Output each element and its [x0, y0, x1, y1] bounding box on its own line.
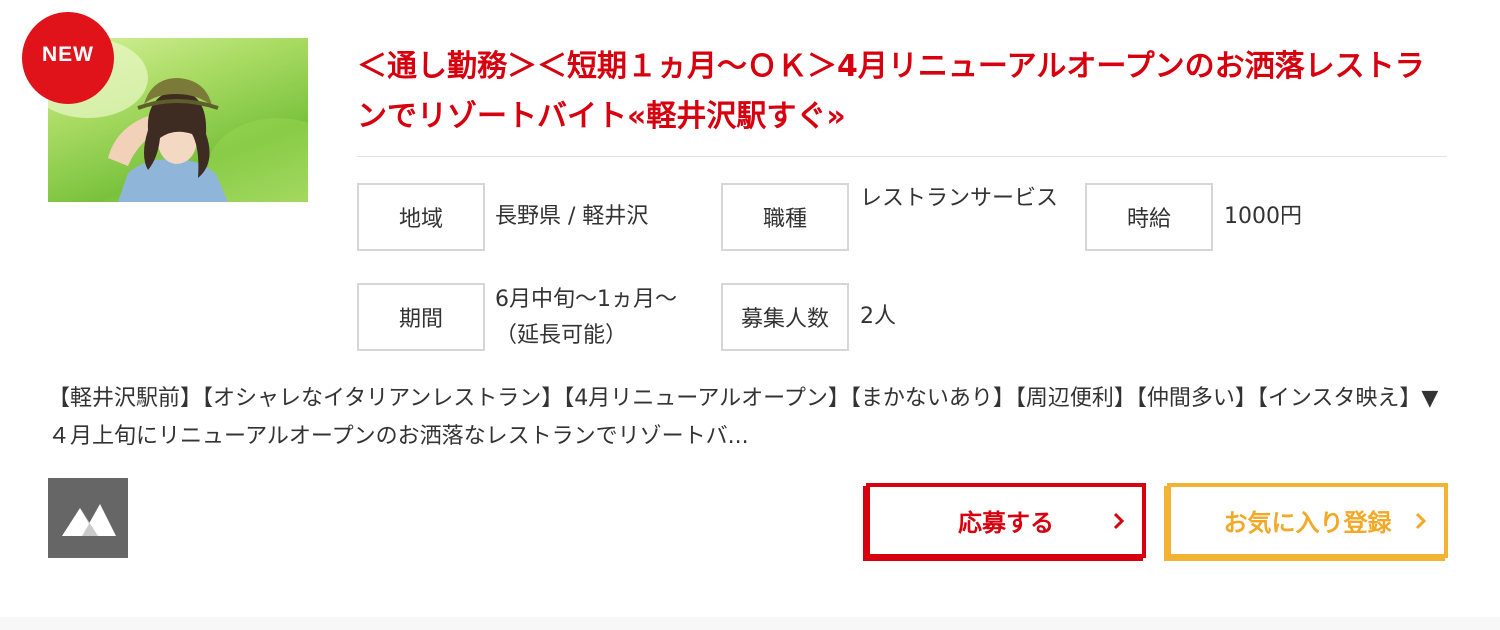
job-listing-card: NEW ＜通し勤務＞＜短期１ヵ月〜ＯＫ＞4月リニューアルオープンのお洒落レストラ… [0, 0, 1500, 617]
job-title-link[interactable]: ＜通し勤務＞＜短期１ヵ月〜ＯＫ＞4月リニューアルオープンのお洒落レストランでリゾ… [357, 42, 1447, 142]
period-label: 期間 [357, 283, 485, 351]
wage-label: 時給 [1085, 183, 1213, 251]
openings-value: 2人 [860, 304, 896, 329]
openings-label: 募集人数 [721, 283, 849, 351]
region-label: 地域 [357, 183, 485, 251]
job-type-value: レストランサービス [860, 186, 1059, 211]
new-badge: NEW [22, 12, 114, 104]
gallery-button[interactable] [48, 478, 128, 558]
job-description: 【軽井沢駅前】【オシャレなイタリアンレストラン】【4月リニューアルオープン】【ま… [48, 386, 1439, 449]
apply-button[interactable]: 応募する [866, 483, 1146, 558]
apply-button-label: 応募する [958, 509, 1054, 537]
favorite-button-label: お気に入り登録 [1223, 509, 1392, 537]
period-value: 6月中旬〜1ヵ月〜（延長可能） [495, 287, 677, 348]
favorite-button[interactable]: お気に入り登録 [1167, 483, 1448, 558]
chevron-right-icon [1112, 511, 1126, 531]
job-type-label: 職種 [721, 183, 849, 251]
divider [357, 156, 1447, 157]
mountain-icon [62, 504, 116, 536]
chevron-right-icon [1414, 511, 1428, 531]
wage-value: 1000円 [1224, 204, 1302, 229]
region-value: 長野県 / 軽井沢 [495, 204, 649, 229]
